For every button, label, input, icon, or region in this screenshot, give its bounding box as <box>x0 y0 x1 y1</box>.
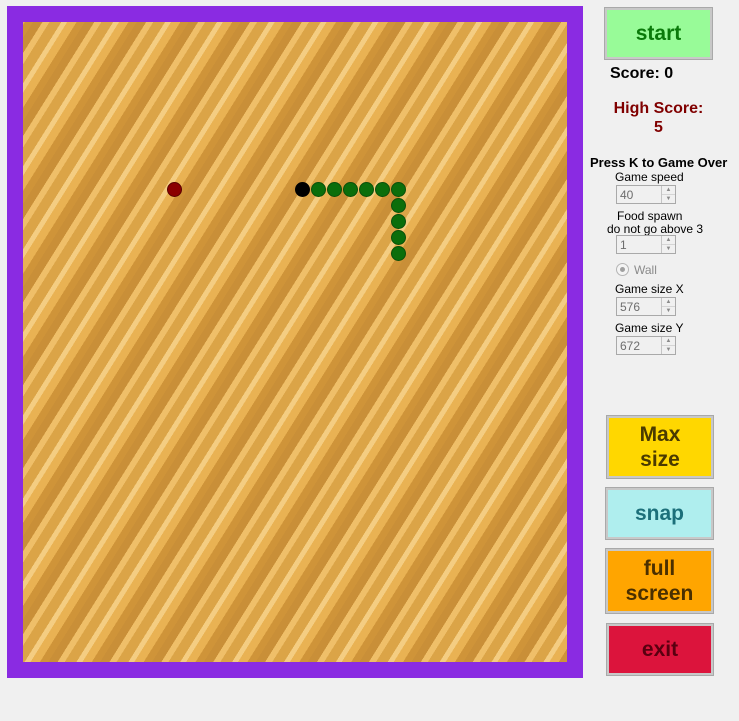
spin-up-icon[interactable]: ▲ <box>662 298 675 306</box>
spin-up-icon[interactable]: ▲ <box>662 337 675 345</box>
food-spawn-label: Food spawn <box>617 209 683 223</box>
snake-segment <box>391 198 406 213</box>
start-button[interactable]: start <box>604 7 713 60</box>
snake-segment <box>391 230 406 245</box>
game-size-y-value: 672 <box>620 339 641 353</box>
snake-segment <box>375 182 390 197</box>
wall-radio[interactable] <box>616 263 629 276</box>
food-pellet <box>167 182 182 197</box>
snake-segment <box>327 182 342 197</box>
radio-dot-icon <box>620 267 625 272</box>
press-k-hint: Press K to Game Over <box>590 155 728 170</box>
snake-segment <box>391 246 406 261</box>
food-spawn-input[interactable]: 1 ▲ ▼ <box>616 235 676 254</box>
snake-segment <box>391 182 406 197</box>
game-size-y-label: Game size Y <box>615 321 684 335</box>
spin-up-icon[interactable]: ▲ <box>662 236 675 244</box>
game-size-y-input[interactable]: 672 ▲ ▼ <box>616 336 676 355</box>
game-size-x-spinner[interactable]: ▲ ▼ <box>661 298 675 315</box>
game-speed-value: 40 <box>620 188 634 202</box>
game-speed-input[interactable]: 40 ▲ ▼ <box>616 185 676 204</box>
game-size-x-input[interactable]: 576 ▲ ▼ <box>616 297 676 316</box>
game-size-y-spinner[interactable]: ▲ ▼ <box>661 337 675 354</box>
spin-down-icon[interactable]: ▼ <box>662 244 675 253</box>
exit-button[interactable]: exit <box>606 623 714 676</box>
game-board <box>23 22 567 662</box>
snake-segment <box>359 182 374 197</box>
game-size-x-value: 576 <box>620 300 641 314</box>
spin-down-icon[interactable]: ▼ <box>662 345 675 354</box>
food-spawn-spinner[interactable]: ▲ ▼ <box>661 236 675 253</box>
spin-down-icon[interactable]: ▼ <box>662 194 675 203</box>
high-score-value: 5 <box>654 119 663 136</box>
game-size-x-label: Game size X <box>615 282 684 296</box>
score-label: Score: 0 <box>610 65 674 82</box>
full-screen-button[interactable]: full screen <box>605 548 714 614</box>
max-size-button[interactable]: Max size <box>606 415 714 479</box>
game-board-border <box>7 6 583 678</box>
spin-down-icon[interactable]: ▼ <box>662 306 675 315</box>
food-spawn-value: 1 <box>620 238 627 252</box>
game-speed-spinner[interactable]: ▲ ▼ <box>661 186 675 203</box>
high-score-label: High Score: <box>613 100 704 117</box>
spin-up-icon[interactable]: ▲ <box>662 186 675 194</box>
snake-head <box>295 182 310 197</box>
snake-segment <box>391 214 406 229</box>
game-speed-label: Game speed <box>615 170 684 184</box>
snake-segment <box>311 182 326 197</box>
snake-segment <box>343 182 358 197</box>
wall-label: Wall <box>634 263 657 277</box>
food-spawn-hint: do not go above 3 <box>607 222 704 236</box>
snap-button[interactable]: snap <box>605 487 714 540</box>
